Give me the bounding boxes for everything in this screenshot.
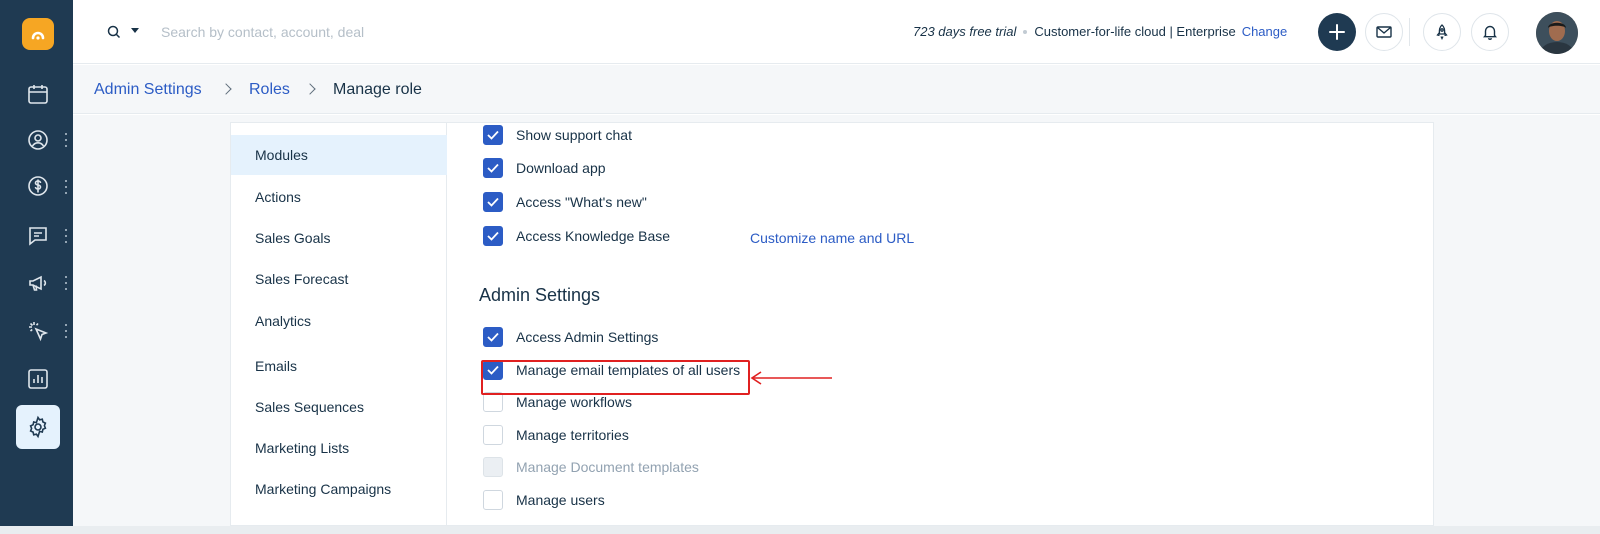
trial-info: 723 days free trial Customer-for-life cl… (913, 24, 1287, 39)
separator-dot (1023, 29, 1028, 34)
conversations-chat-icon[interactable] (16, 214, 60, 258)
manage-role-card: Modules Actions Sales Goals Sales Foreca… (230, 122, 1434, 526)
menu-item-emails[interactable]: Emails (231, 346, 447, 386)
permission-label: Access Admin Settings (516, 329, 659, 345)
settings-gear-icon[interactable] (16, 405, 60, 449)
contacts-icon[interactable] (16, 118, 60, 162)
breadcrumb-chevron-right-icon (220, 83, 232, 95)
plan-text: Customer-for-life cloud | Enterprise (1034, 24, 1236, 39)
notifications-button[interactable] (1471, 13, 1509, 51)
user-avatar[interactable] (1536, 12, 1578, 54)
rocket-icon (1436, 24, 1448, 40)
menu-item-actions[interactable]: Actions (231, 177, 447, 217)
checkbox-checked[interactable] (483, 192, 503, 212)
permission-label: Download app (516, 160, 606, 176)
checkbox-checked[interactable] (483, 226, 503, 246)
app-logo-icon[interactable] (22, 18, 54, 50)
campaigns-megaphone-icon[interactable] (16, 261, 60, 305)
permission-show-support-chat[interactable]: Show support chat (483, 123, 632, 147)
checkbox-disabled (483, 457, 503, 477)
envelope-icon (1376, 26, 1392, 38)
calendar-icon[interactable] (16, 72, 60, 116)
permission-label: Manage workflows (516, 394, 632, 410)
permission-label: Manage Document templates (516, 459, 699, 475)
left-nav-rail (0, 0, 73, 526)
permission-access-whats-new[interactable]: Access "What's new" (483, 190, 647, 214)
campaigns-more-icon[interactable] (64, 276, 68, 290)
checkbox-unchecked[interactable] (483, 392, 503, 412)
menu-item-sales-sequences[interactable]: Sales Sequences (231, 387, 447, 427)
permission-label: Manage territories (516, 427, 629, 443)
permission-label: Manage users (516, 492, 605, 508)
permission-label: Access Knowledge Base (516, 228, 671, 244)
checkbox-unchecked[interactable] (483, 425, 503, 445)
search-icon[interactable] (106, 24, 122, 40)
change-plan-link[interactable]: Change (1242, 24, 1288, 39)
top-bar: 723 days free trial Customer-for-life cl… (73, 0, 1600, 64)
automation-more-icon[interactable] (64, 324, 68, 338)
checkbox-unchecked[interactable] (483, 490, 503, 510)
permission-label: Access "What's new" (516, 194, 647, 210)
trial-days-text: 723 days free trial (913, 24, 1017, 39)
contacts-more-icon[interactable] (64, 133, 68, 147)
permission-download-app[interactable]: Download app (483, 156, 606, 180)
mail-button[interactable] (1365, 13, 1403, 51)
section-title-admin-settings: Admin Settings (479, 285, 601, 305)
breadcrumb-chevron-right-icon (304, 83, 316, 95)
menu-item-analytics[interactable]: Analytics (231, 301, 447, 341)
breadcrumb-admin-settings-link[interactable]: Admin Settings (94, 81, 202, 99)
deals-dollar-icon[interactable] (16, 164, 60, 208)
menu-item-sales-goals[interactable]: Sales Goals (231, 218, 447, 258)
quick-add-button[interactable] (1318, 13, 1356, 51)
permission-manage-territories[interactable]: Manage territories (483, 423, 629, 447)
bell-icon (1483, 25, 1497, 40)
page-title: Manage role (333, 81, 422, 98)
search-scope-chevron-down-icon[interactable] (131, 28, 139, 33)
permission-category-menu: Modules Actions Sales Goals Sales Foreca… (231, 123, 447, 525)
checkbox-checked[interactable] (483, 327, 503, 347)
permission-manage-users[interactable]: Manage users (483, 488, 605, 512)
whats-new-button[interactable] (1423, 13, 1461, 51)
check-icon (487, 163, 499, 173)
permission-manage-document-templates: Manage Document templates (483, 455, 699, 479)
conversations-more-icon[interactable] (64, 229, 68, 243)
deals-more-icon[interactable] (64, 180, 68, 194)
breadcrumb: Admin Settings Roles Manage role (73, 65, 1600, 114)
breadcrumb-roles-link[interactable]: Roles (249, 81, 290, 99)
bottom-border (0, 526, 1600, 534)
permission-access-admin-settings[interactable]: Access Admin Settings (483, 325, 658, 349)
check-icon (487, 130, 499, 140)
toolbar-divider (1409, 18, 1410, 46)
permission-access-knowledge-base[interactable]: Access Knowledge Base (483, 224, 670, 248)
customize-name-url-link[interactable]: Customize name and URL (750, 230, 914, 246)
plus-icon (1329, 24, 1345, 40)
check-icon (487, 332, 499, 342)
reports-chart-icon[interactable] (16, 357, 60, 401)
menu-item-sales-forecast[interactable]: Sales Forecast (231, 259, 447, 299)
menu-item-marketing-lists[interactable]: Marketing Lists (231, 428, 447, 468)
check-icon (487, 231, 499, 241)
checkbox-checked[interactable] (483, 158, 503, 178)
annotation-arrow-icon (750, 371, 832, 385)
automation-cursor-icon[interactable] (16, 309, 60, 353)
checkbox-checked[interactable] (483, 125, 503, 145)
annotation-highlight-box (481, 360, 750, 395)
permission-label: Show support chat (516, 127, 632, 143)
search-input[interactable] (161, 18, 581, 46)
menu-item-marketing-campaigns[interactable]: Marketing Campaigns (231, 469, 447, 509)
check-icon (487, 197, 499, 207)
menu-item-modules[interactable]: Modules (231, 135, 447, 175)
